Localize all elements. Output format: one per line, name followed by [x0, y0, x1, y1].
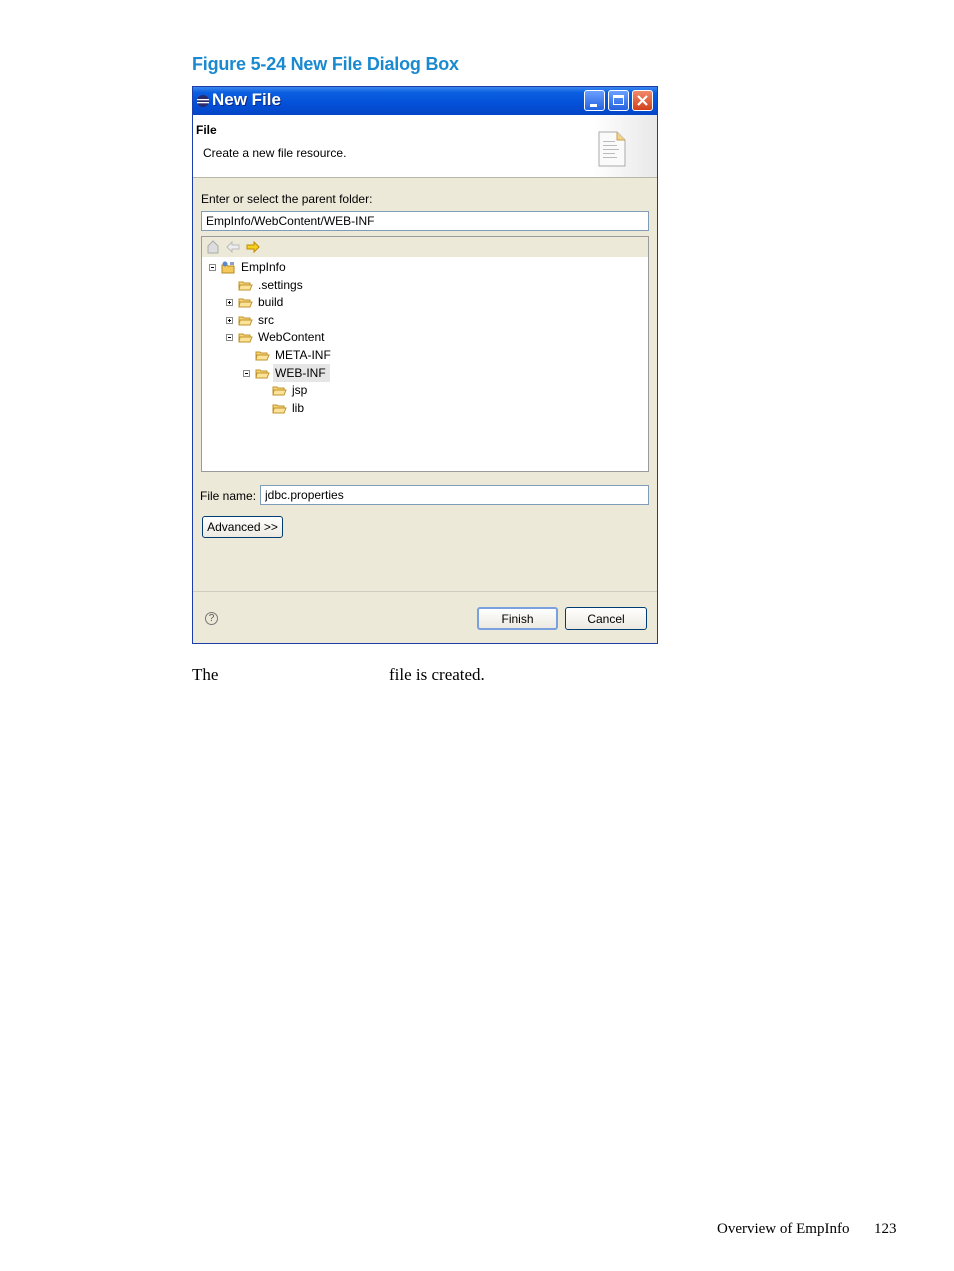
folder-icon	[238, 298, 253, 308]
folder-icon	[255, 351, 270, 361]
parent-folder-input[interactable]	[201, 211, 649, 231]
body-text-before: The	[192, 665, 219, 684]
folder-icon	[255, 369, 270, 379]
finish-button[interactable]: Finish	[477, 607, 558, 630]
tree-item[interactable]: src	[225, 311, 425, 329]
folder-icon	[272, 386, 287, 396]
folder-tree[interactable]: EmpInfo .settings build src WebContent META-I…	[201, 236, 649, 472]
wizard-title: File	[196, 123, 217, 137]
collapse-icon[interactable]	[243, 369, 250, 377]
title-bar[interactable]: New File	[193, 87, 657, 115]
forward-arrow-icon[interactable]	[246, 241, 260, 253]
folder-icon	[238, 316, 253, 326]
page-number: 123	[874, 1221, 897, 1237]
tree-item-label: EmpInfo	[241, 260, 286, 274]
home-icon[interactable]	[207, 240, 219, 254]
tree-item-label: jsp	[292, 383, 308, 398]
maximize-button[interactable]	[608, 90, 629, 111]
collapse-icon[interactable]	[226, 334, 233, 342]
tree-item-label: WebContent	[258, 330, 325, 345]
tree-item[interactable]: .settings	[225, 276, 425, 294]
eclipse-icon	[197, 95, 209, 107]
file-name-input[interactable]	[260, 485, 649, 505]
back-arrow-icon[interactable]	[226, 241, 240, 253]
folder-icon	[272, 404, 287, 414]
wizard-header: File Create a new file resource.	[193, 115, 657, 178]
dialog-title: New File	[212, 90, 281, 109]
tree-item-label: build	[258, 295, 284, 310]
folder-icon	[238, 281, 253, 291]
tree-item[interactable]: jsp	[259, 381, 459, 399]
close-icon	[637, 95, 648, 106]
close-button[interactable]	[632, 90, 653, 111]
tree-item-label: lib	[292, 400, 305, 415]
body-text-after: file is created.	[389, 665, 485, 684]
file-name-label: File name:	[200, 489, 257, 503]
folder-icon	[238, 333, 253, 343]
cancel-button[interactable]: Cancel	[565, 607, 647, 630]
tree-item[interactable]: lib	[259, 399, 459, 417]
tree-item-label: META-INF	[275, 348, 331, 362]
footer-section: Overview of EmpInfo	[717, 1221, 850, 1237]
figure-caption: Figure 5-24 New File Dialog Box	[192, 54, 459, 74]
advanced-button[interactable]: Advanced >>	[202, 516, 283, 538]
project-icon	[221, 261, 235, 274]
tree-item[interactable]: WebContent	[225, 328, 425, 346]
expand-icon[interactable]	[226, 316, 233, 324]
tree-item[interactable]: build	[225, 293, 425, 311]
expand-icon[interactable]	[226, 299, 233, 307]
tree-toolbar	[202, 237, 648, 257]
tree-item[interactable]: EmpInfo	[208, 258, 408, 276]
minimize-button[interactable]	[584, 90, 605, 111]
tree-item-label: .settings	[258, 277, 303, 292]
tree-item[interactable]: META-INF	[242, 346, 442, 364]
tree-item-label: WEB-INF	[273, 363, 330, 382]
new-file-dialog: New File File Create a new file resource…	[192, 86, 658, 644]
help-icon[interactable]: ?	[205, 612, 218, 625]
parent-folder-label: Enter or select the parent folder:	[201, 192, 373, 206]
tree-item-label: src	[258, 312, 274, 327]
button-bar-separator	[193, 591, 657, 592]
new-file-icon	[598, 131, 626, 167]
wizard-description: Create a new file resource.	[203, 146, 347, 160]
collapse-icon[interactable]	[209, 264, 216, 271]
tree-item[interactable]: WEB-INF	[242, 363, 442, 382]
